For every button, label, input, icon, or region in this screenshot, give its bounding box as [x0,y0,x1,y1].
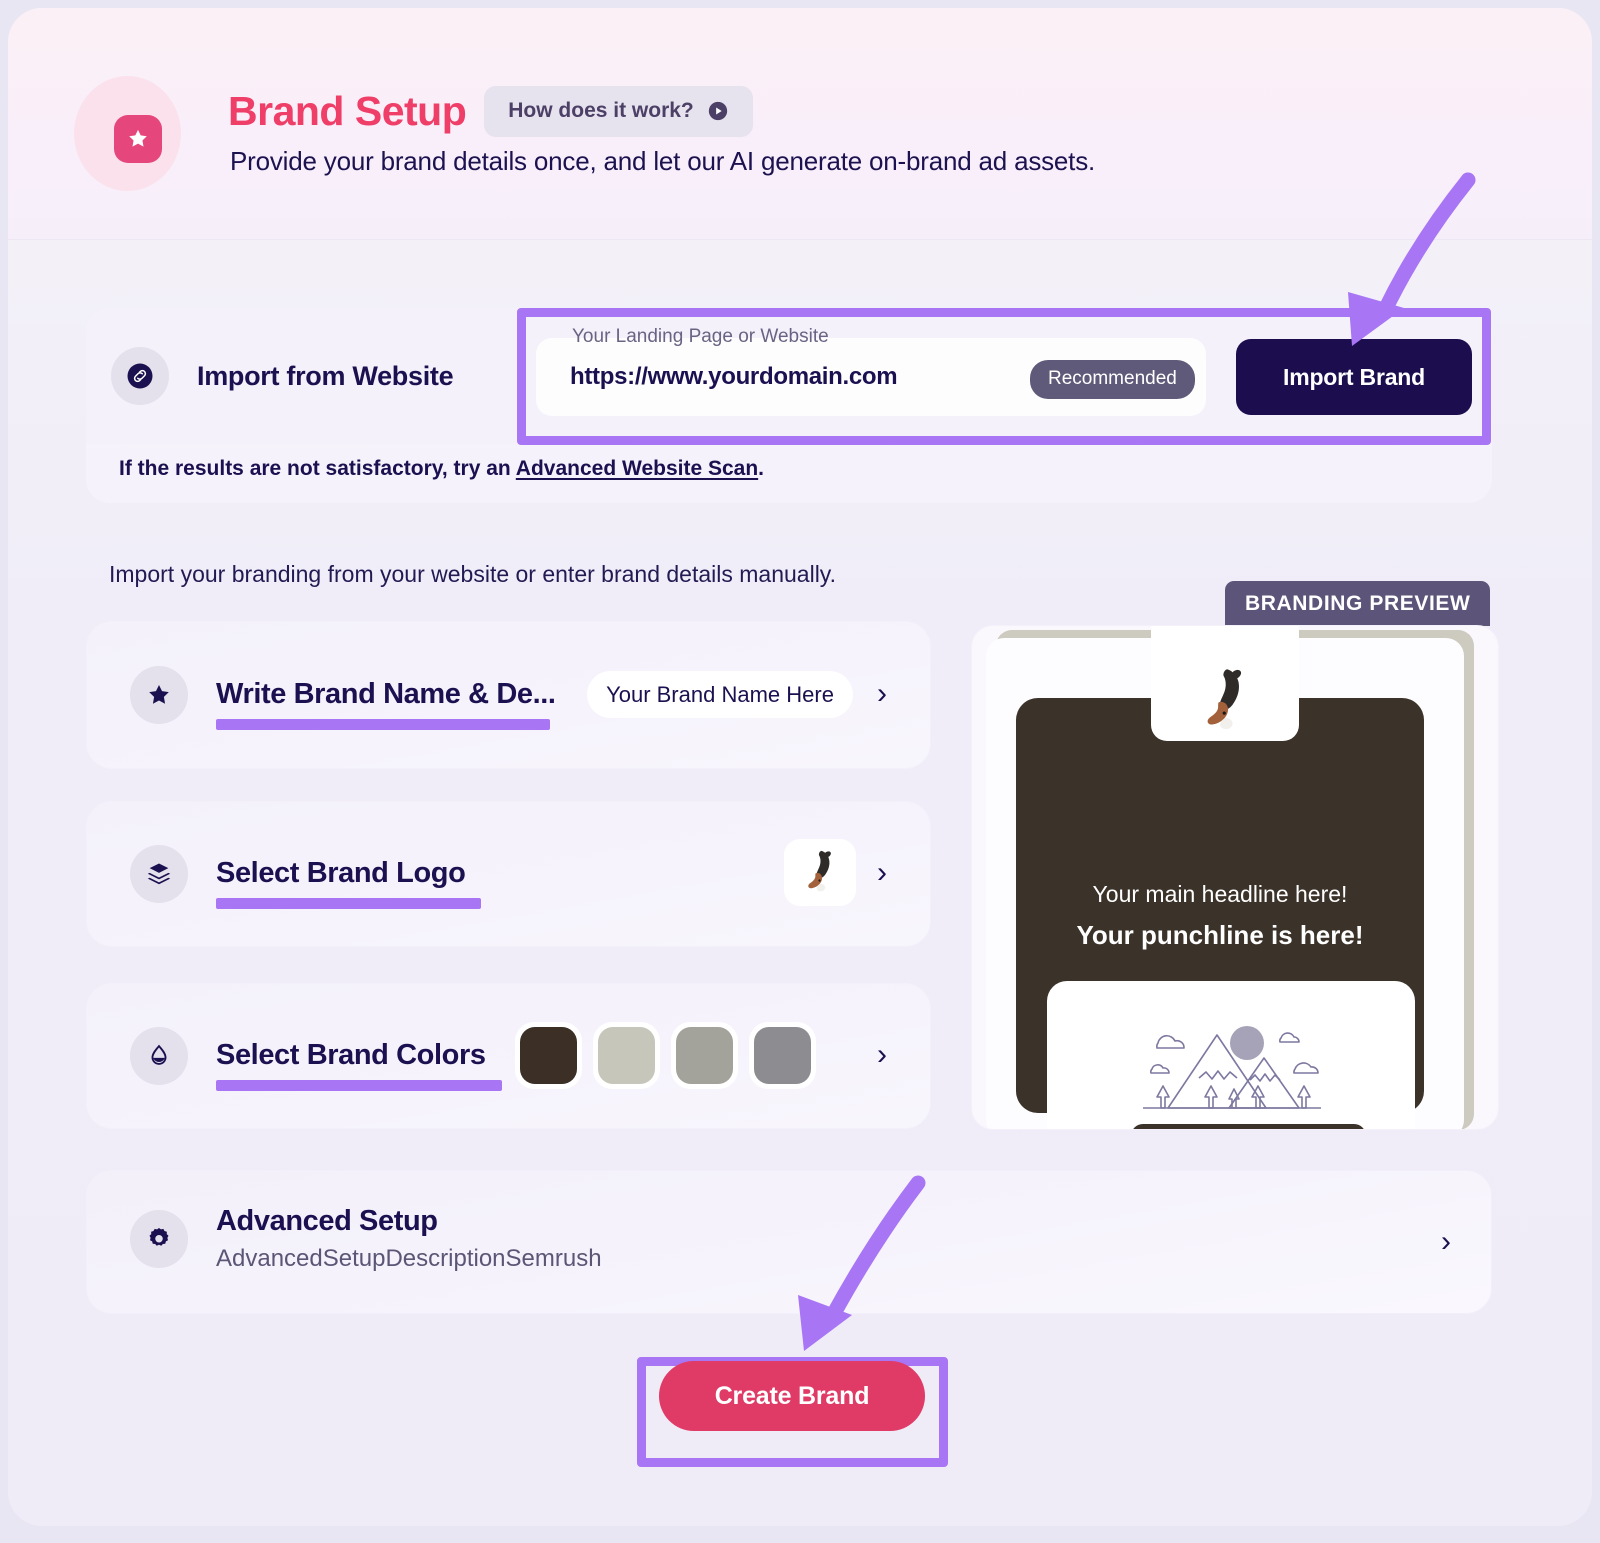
header-title-row: Brand Setup How does it work? [228,86,753,137]
color-swatch-1[interactable] [515,1022,582,1089]
preview-punchline: Your punchline is here! [1076,920,1364,950]
helper-prefix: If the results are not satisfactory, try… [119,457,516,480]
how-does-it-work-button[interactable]: How does it work? [484,86,753,137]
title-underline [216,1079,502,1091]
advanced-setup-description: AdvancedSetupDescriptionSemrush [216,1245,602,1272]
row-title-text: Write Brand Name & De... [216,677,556,710]
advanced-setup-title: Advanced Setup [216,1205,438,1237]
dog-logo-image [1207,669,1242,730]
page-header: Brand Setup How does it work? Provide yo… [8,8,1592,240]
brand-badge-halo [74,76,181,191]
row-title-text: Select Brand Logo [216,856,466,889]
chevron-right-icon[interactable]: › [877,677,887,711]
preview-logo-tab [1151,626,1299,741]
row-write-brand-name-title: Write Brand Name & De... [216,677,556,730]
row-select-brand-logo-title: Select Brand Logo [216,856,481,909]
chevron-right-icon[interactable]: › [877,856,887,890]
preview-cta-button[interactable]: Call to action text here! [1131,1124,1366,1129]
brand-color-swatches [515,1022,816,1089]
link-icon [111,347,169,405]
helper-suffix: . [758,457,765,480]
star-icon [130,666,188,724]
app-card: Brand Setup How does it work? Provide yo… [8,8,1592,1526]
row-title-text: Select Brand Colors [216,1038,486,1071]
chevron-right-icon[interactable]: › [1441,1225,1451,1259]
how-does-it-work-label: How does it work? [508,99,694,122]
row-write-brand-name-inner: Write Brand Name & De... [130,622,556,768]
layers-icon [130,845,188,903]
title-underline [216,897,481,909]
color-swatch-4[interactable] [749,1022,816,1089]
dog-logo-image [808,850,831,891]
preview-headline: Your main headline here! [1092,881,1348,907]
brand-logo-thumbnail[interactable] [784,839,856,906]
preview-image-placeholder-card: Your background image will be here. [1047,981,1415,1129]
gear-icon [130,1210,188,1268]
row-select-brand-logo-inner: Select Brand Logo [130,802,481,946]
chevron-right-icon[interactable]: › [877,1038,887,1072]
star-icon [114,115,162,163]
import-highlight-box [517,308,1491,445]
manual-entry-note: Import your branding from your website o… [109,561,836,587]
advanced-scan-helper: If the results are not satisfactory, try… [119,457,764,481]
color-swatch-3[interactable] [671,1022,738,1089]
color-swatch-2[interactable] [593,1022,660,1089]
row-select-brand-colors-inner: Select Brand Colors [130,984,502,1128]
mountain-landscape-icon [1143,1026,1321,1109]
page-title: Brand Setup [228,88,467,134]
page-root: Brand Setup How does it work? Provide yo… [0,0,1600,1543]
row-advanced-setup[interactable]: Advanced Setup AdvancedSetupDescriptionS… [86,1170,1492,1314]
row-select-brand-colors-title: Select Brand Colors [216,1038,502,1091]
title-underline [216,718,550,730]
play-circle-icon [708,101,727,121]
advanced-website-scan-link[interactable]: Advanced Website Scan [516,457,758,480]
branding-preview-tag: BRANDING PREVIEW [1225,581,1491,626]
row-advanced-setup-inner: Advanced Setup AdvancedSetupDescriptionS… [130,1205,602,1273]
import-label-row: Import from Website [111,347,454,405]
page-subtitle: Provide your brand details once, and let… [230,146,1096,176]
droplet-icon [130,1027,188,1085]
advanced-setup-texts: Advanced Setup AdvancedSetupDescriptionS… [216,1205,602,1273]
branding-preview-panel: Your main headline here! Your punchline … [971,625,1499,1130]
brand-name-value-pill[interactable]: Your Brand Name Here [587,671,853,718]
create-brand-button[interactable]: Create Brand [659,1361,925,1431]
import-from-website-label: Import from Website [197,360,454,391]
